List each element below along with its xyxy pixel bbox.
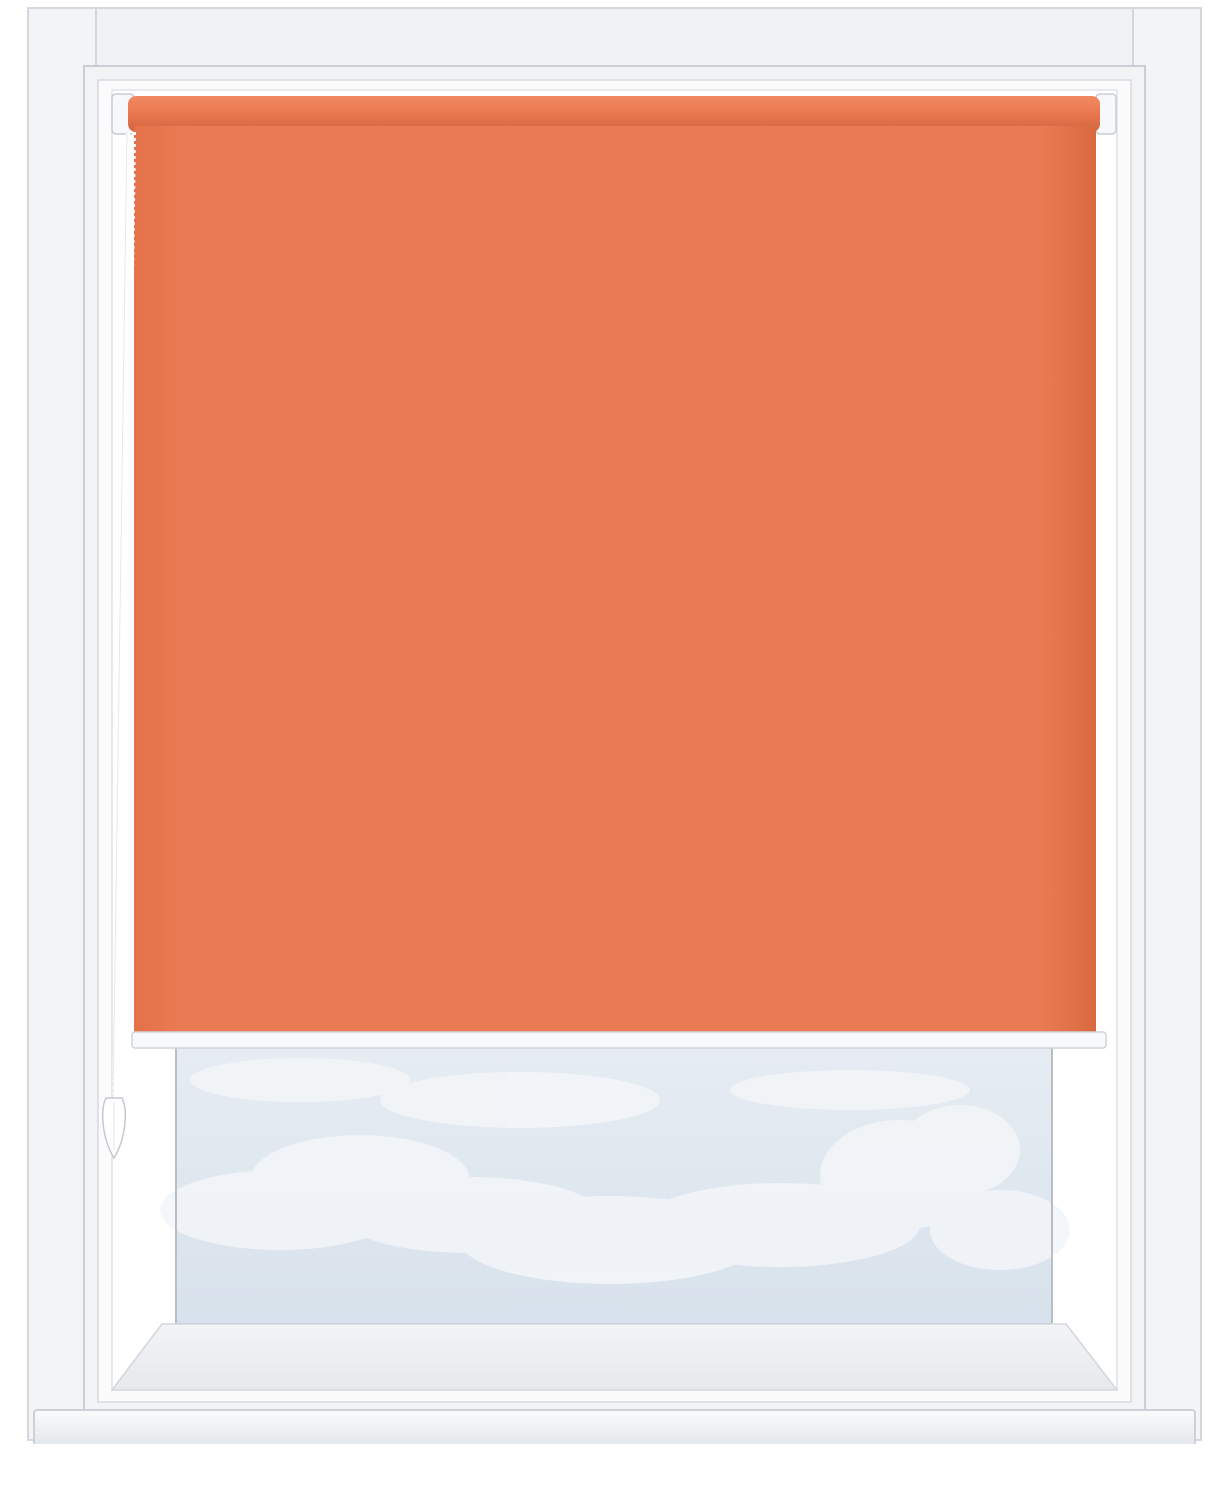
blind-fabric	[134, 126, 1096, 1032]
window-illustration	[27, 7, 1202, 1500]
bottom-rail[interactable]	[131, 1031, 1107, 1049]
sash-bottom	[110, 1323, 1119, 1391]
window-scene	[0, 0, 1229, 1500]
window-sill	[28, 1409, 1201, 1500]
roller-blind[interactable]	[111, 93, 1117, 1049]
window-glass	[160, 1045, 1070, 1325]
